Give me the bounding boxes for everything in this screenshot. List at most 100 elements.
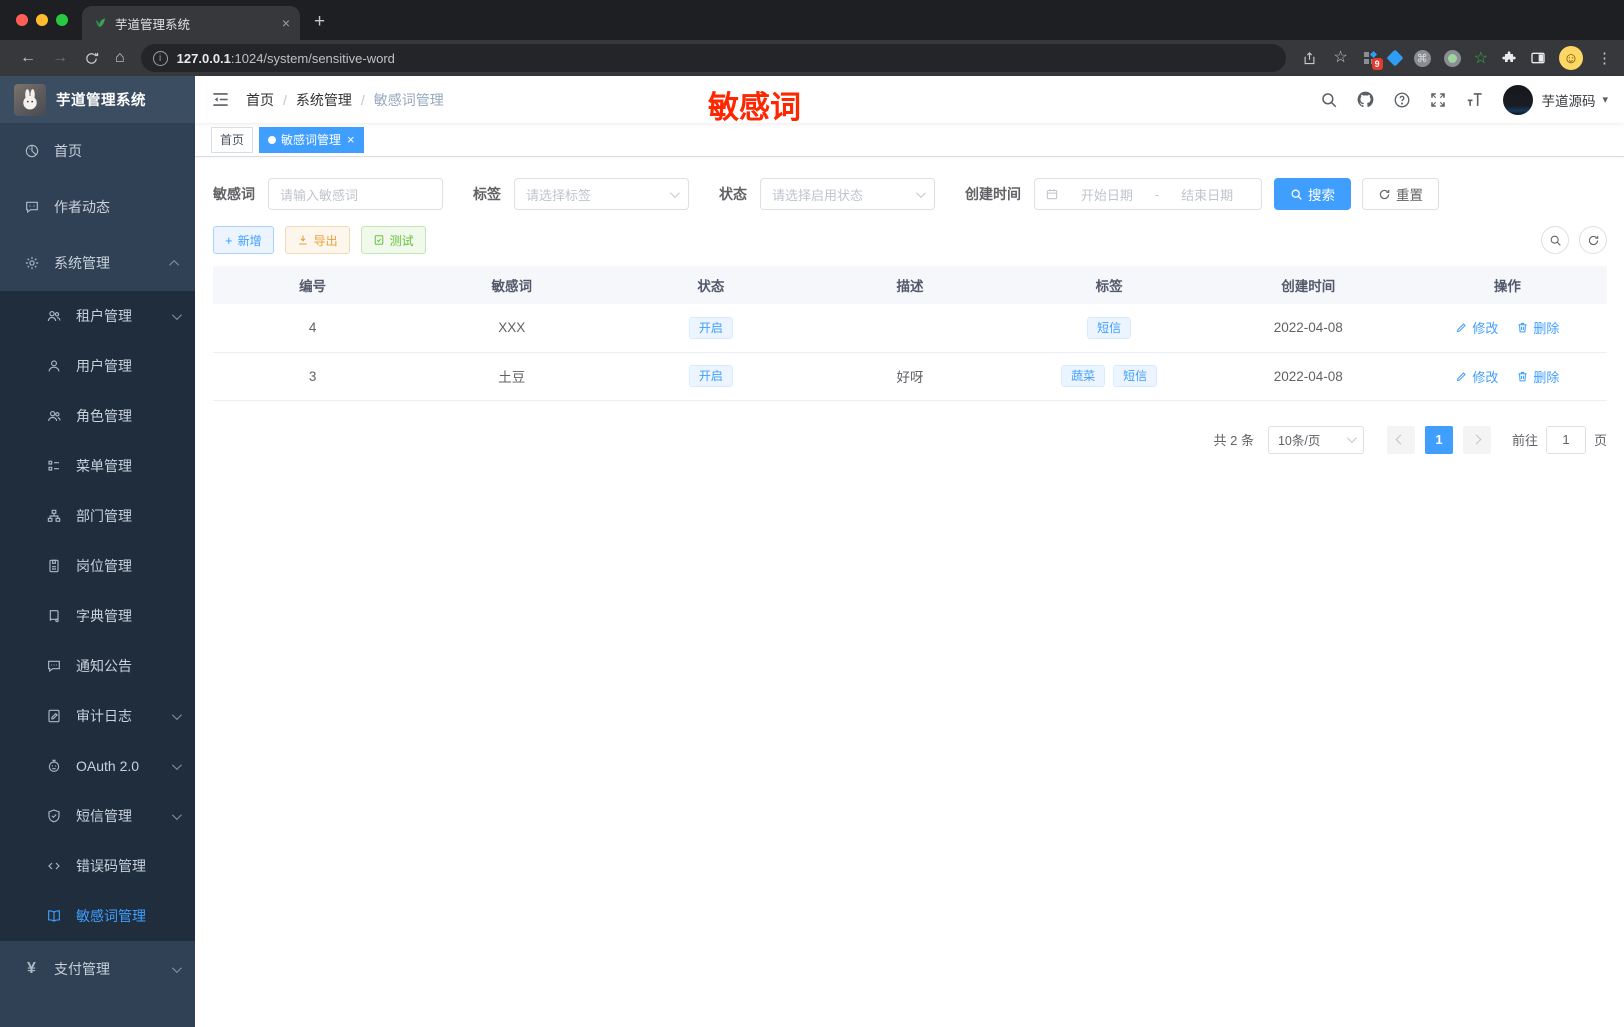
user-avatar[interactable] (1503, 84, 1534, 115)
tags-view-tab[interactable]: 敏感词管理 × (259, 126, 364, 153)
sidebar-item-book[interactable]: 字典管理 (0, 591, 195, 641)
sidebar-item-gear[interactable]: 系统管理 (0, 235, 195, 291)
share-icon[interactable] (1302, 51, 1317, 66)
sidebar-item-tree[interactable]: 菜单管理 (0, 441, 195, 491)
delete-link[interactable]: 删除 (1516, 367, 1559, 386)
tag-label: 标签 (473, 186, 501, 202)
sidebar-item-label: 部门管理 (76, 508, 132, 524)
user-caret-icon[interactable]: ▾ (1602, 93, 1608, 106)
sidebar-fold-icon[interactable] (211, 90, 230, 109)
refresh-table-icon[interactable] (1579, 226, 1607, 254)
browser-tab[interactable]: 芋道管理系统 × (82, 6, 300, 40)
create-time-label: 创建时间 (965, 186, 1021, 202)
breadcrumb: 首页 / 系统管理 / 敏感词管理 (246, 90, 444, 110)
sidebar-item-users[interactable]: 租户管理 (0, 291, 195, 341)
tab-close-icon[interactable]: × (282, 15, 290, 31)
bookmark-star-icon[interactable]: ☆ (1333, 50, 1347, 66)
chevron-down-icon (171, 759, 182, 770)
sidebar-item-code[interactable]: 错误码管理 (0, 841, 195, 891)
sidebar-item-role[interactable]: 角色管理 (0, 391, 195, 441)
extension-gem-icon[interactable] (1386, 49, 1404, 67)
sidebar-item-user[interactable]: 用户管理 (0, 341, 195, 391)
cell-id: 3 (213, 352, 413, 401)
start-date-placeholder: 开始日期 (1080, 187, 1133, 203)
goto-page-input[interactable]: 1 (1545, 425, 1586, 454)
cell-description (810, 304, 1010, 353)
toggle-search-icon[interactable] (1541, 226, 1569, 254)
username[interactable]: 芋道源码 (1541, 90, 1595, 110)
address-bar[interactable]: i 127.0.0.1:1024/system/sensitive-word (140, 44, 1287, 72)
test-button[interactable]: 测试 (360, 226, 426, 254)
extension-command-icon[interactable]: ⌘ (1413, 49, 1431, 67)
add-button[interactable]: + 新增 (213, 226, 274, 254)
current-page-button[interactable]: 1 (1424, 425, 1453, 454)
keyword-input[interactable]: 请输入敏感词 (268, 178, 443, 210)
chat-icon (44, 658, 63, 674)
extension-grid-icon[interactable]: 9 (1363, 50, 1383, 70)
tags-view-tab[interactable]: 首页 (211, 126, 254, 153)
breadcrumb-separator: / (360, 91, 365, 108)
home-icon[interactable]: ⌂ (115, 50, 125, 66)
sidebar-item-yen[interactable]: ¥ 支付管理 (0, 941, 195, 997)
browser-menu-icon[interactable]: ⋮ (1597, 49, 1612, 67)
back-icon[interactable]: ← (20, 50, 36, 66)
column-header: 操作 (1407, 266, 1607, 304)
reset-button[interactable]: 重置 (1362, 178, 1439, 210)
github-icon[interactable] (1356, 90, 1375, 109)
search-icon[interactable] (1320, 91, 1338, 109)
sidebar-item-label: 租户管理 (76, 308, 132, 324)
delete-link[interactable]: 删除 (1516, 318, 1559, 337)
tag-select[interactable]: 请选择标签 (514, 178, 689, 210)
breadcrumb-item[interactable]: 首页 (246, 90, 274, 110)
page-size-select[interactable]: 10条/页 (1267, 425, 1364, 454)
site-info-icon[interactable]: i (152, 50, 168, 66)
dashboard-icon (22, 143, 41, 159)
chevron-down-icon (669, 187, 680, 198)
browser-profile-avatar[interactable]: ☺ (1559, 46, 1583, 70)
sidebar-logo[interactable]: 芋道管理系统 (0, 76, 195, 123)
extension-star-icon[interactable]: ☆ (1474, 48, 1488, 68)
sidebar-item-shield[interactable]: 短信管理 (0, 791, 195, 841)
date-range-picker[interactable]: 开始日期 - 结束日期 (1034, 178, 1262, 210)
reload-icon[interactable] (84, 51, 99, 66)
new-tab-button[interactable]: + (314, 11, 325, 33)
extension-recorder-icon[interactable] (1443, 49, 1461, 67)
edit-link[interactable]: 修改 (1455, 367, 1498, 386)
font-size-icon[interactable] (1465, 90, 1484, 109)
breadcrumb-item[interactable]: 系统管理 (296, 90, 352, 110)
fullscreen-icon[interactable] (1429, 91, 1447, 109)
sidebar-item-dashboard[interactable]: 首页 (0, 123, 195, 179)
sidebar-item-openbook[interactable]: 敏感词管理 (0, 891, 195, 941)
help-icon[interactable] (1393, 91, 1411, 109)
sidebar-item-label: 系统管理 (54, 255, 110, 271)
sidebar-item-message[interactable]: 作者动态 (0, 179, 195, 235)
pen-icon (1455, 370, 1468, 383)
sidebar-item-chat[interactable]: 通知公告 (0, 641, 195, 691)
minimize-window-button[interactable] (36, 14, 48, 26)
pen-icon (1455, 321, 1468, 334)
pagination: 共 2 条 10条/页 1 前往 1 页 (213, 425, 1607, 454)
cell-word: XXX (412, 304, 612, 353)
prev-page-button[interactable] (1386, 425, 1415, 454)
status-select[interactable]: 请选择启用状态 (760, 178, 935, 210)
cell-operations: 修改 删除 (1407, 352, 1607, 401)
sidebar-item-log[interactable]: 审计日志 (0, 691, 195, 741)
forward-icon[interactable]: → (52, 50, 68, 66)
next-page-button[interactable] (1462, 425, 1491, 454)
zoom-window-button[interactable] (56, 14, 68, 26)
export-button[interactable]: 导出 (284, 226, 350, 254)
extension-puzzle-icon[interactable] (1501, 50, 1517, 66)
tab-label: 敏感词管理 (281, 133, 342, 147)
edit-link[interactable]: 修改 (1455, 318, 1498, 337)
sidebar-item-label: 审计日志 (76, 708, 132, 724)
sidebar-item-org[interactable]: 部门管理 (0, 491, 195, 541)
close-window-button[interactable] (16, 14, 28, 26)
side-panel-icon[interactable] (1530, 50, 1546, 66)
close-icon[interactable]: × (347, 132, 355, 147)
sidebar-item-label: 敏感词管理 (76, 908, 146, 924)
breadcrumb-separator: / (283, 91, 287, 108)
sidebar-item-robot[interactable]: OAuth 2.0 (0, 741, 195, 791)
macos-traffic-lights[interactable] (16, 14, 68, 26)
sidebar-item-badge[interactable]: 岗位管理 (0, 541, 195, 591)
search-button[interactable]: 搜索 (1274, 178, 1351, 210)
